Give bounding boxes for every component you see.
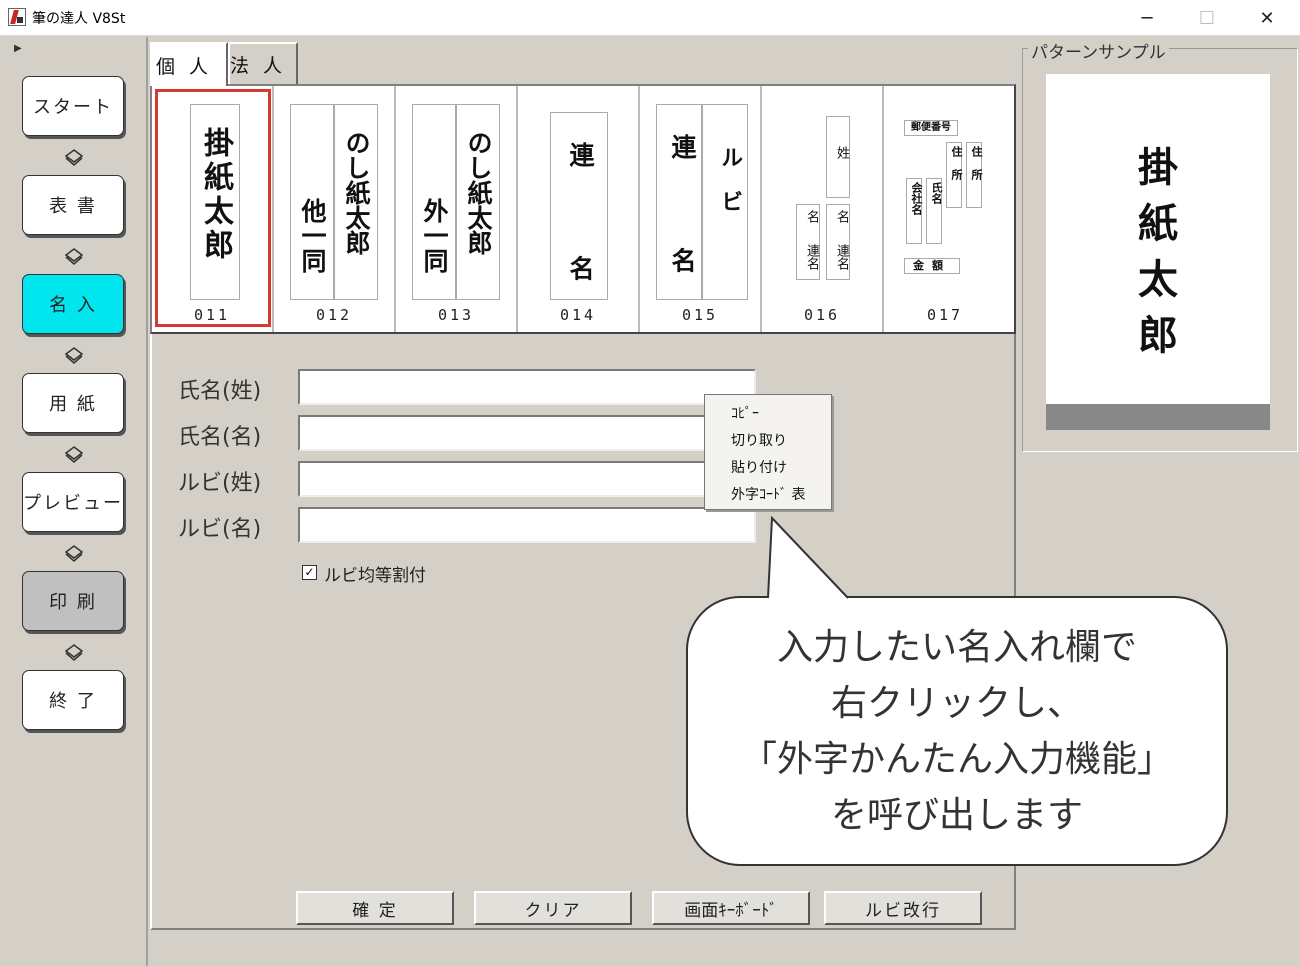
given-name-input[interactable] (298, 415, 756, 451)
ruby-equal-checkbox[interactable]: ✓ (302, 565, 317, 580)
nav-print-button[interactable]: 印 刷 (22, 571, 124, 631)
pattern-others: 他一同 (298, 198, 327, 273)
callout-line: を呼び出します (830, 795, 1083, 836)
sample-preview-text: 掛 紙 太 郎 (1046, 140, 1270, 364)
pattern-code: 014 (559, 306, 597, 324)
ruby-equal-label: ルビ均等割付 (324, 566, 426, 586)
window-title: 筆の達人 V8St (32, 11, 126, 27)
pattern-label: 連名 (804, 244, 819, 270)
close-button[interactable]: ✕ (1238, 0, 1296, 36)
pattern-list: 掛紙太郎 011 のし紙太郎 他一同 012 のし紙太郎 外一同 013 連 名… (150, 84, 1016, 334)
screen-keyboard-button[interactable]: 画面ｷｰﾎﾞｰﾄﾞ (652, 891, 810, 925)
ruby-given-name-label: ルビ(名) (178, 517, 262, 542)
pattern-label: 住所 (950, 146, 963, 192)
sample-char: 太 (1138, 256, 1178, 303)
pattern-name: 連 名 (566, 142, 595, 321)
sample-char: 郎 (1138, 312, 1178, 359)
nav-paper-button[interactable]: 用 紙 (22, 373, 124, 433)
pattern-code: 012 (315, 306, 353, 324)
pattern-011[interactable]: 掛紙太郎 011 (152, 86, 274, 332)
chevron-down-icon (62, 544, 86, 564)
pattern-label: 名 (804, 210, 819, 223)
pattern-name: のし紙太郎 (464, 130, 493, 255)
chevron-down-icon (62, 148, 86, 168)
surname-input[interactable] (298, 369, 756, 405)
nav-naire-button[interactable]: 名 入 (22, 274, 124, 334)
pattern-code: 015 (681, 306, 719, 324)
callout-line: 入力したい名入れ欄で (776, 627, 1137, 668)
pattern-code: 011 (193, 306, 231, 324)
context-menu: ｺﾋﾟｰ 切り取り 貼り付け 外字ｺｰﾄﾞ 表 (704, 394, 832, 510)
chevron-down-icon (62, 445, 86, 465)
clear-button[interactable]: クリア (474, 891, 632, 925)
callout-line: 「外字かんたん入力機能」 (740, 739, 1173, 780)
menu-item-copy[interactable]: ｺﾋﾟｰ (705, 401, 831, 428)
menu-item-cut[interactable]: 切り取り (705, 428, 831, 455)
maximize-button[interactable]: ☐ (1178, 0, 1236, 36)
chevron-down-icon (62, 643, 86, 663)
pattern-013[interactable]: のし紙太郎 外一同 013 (396, 86, 518, 332)
nav-preview-button[interactable]: プレビュー (22, 472, 124, 532)
sample-preview-bar (1046, 404, 1270, 430)
title-bar: 筆の達人 V8St ─ ☐ ✕ (0, 0, 1300, 36)
pattern-017[interactable]: 郵便番号 住所 住所 氏名 会社名 金額 017 (884, 86, 1006, 332)
pattern-code: 017 (926, 306, 964, 324)
menu-item-paste[interactable]: 貼り付け (705, 455, 831, 482)
pattern-name: のし紙太郎 (342, 130, 371, 255)
pattern-label: 住所 (970, 146, 983, 192)
sample-char: 紙 (1138, 200, 1178, 247)
menu-item-gaiji-table[interactable]: 外字ｺｰﾄﾞ 表 (705, 482, 831, 509)
pattern-label: 郵便番号 (904, 120, 958, 136)
tab-individual[interactable]: 個人 (150, 42, 228, 86)
pattern-code: 016 (803, 306, 841, 324)
app-icon (8, 8, 26, 26)
minimize-button[interactable]: ─ (1118, 0, 1176, 36)
collapse-arrow-icon[interactable]: ▶ (14, 43, 22, 54)
chevron-down-icon (62, 247, 86, 267)
tab-corporate[interactable]: 法人 (228, 42, 298, 84)
chevron-down-icon (62, 346, 86, 366)
pattern-name: 掛紙太郎 (198, 127, 233, 263)
pattern-ruby: ルビ (717, 146, 743, 234)
pattern-label: 名 (834, 210, 849, 223)
pattern-code: 013 (437, 306, 475, 324)
ruby-surname-label: ルビ(姓) (178, 471, 262, 496)
ruby-newline-button[interactable]: ルビ改行 (824, 891, 982, 925)
pattern-others: 外一同 (420, 198, 449, 273)
surname-label: 氏名(姓) (178, 379, 262, 404)
pattern-012[interactable]: のし紙太郎 他一同 012 (274, 86, 396, 332)
pattern-label: 会社名 (910, 182, 923, 215)
sample-label: パターンサンプル (1028, 38, 1169, 63)
nav-start-button[interactable]: スタート (22, 76, 124, 136)
confirm-button[interactable]: 確 定 (296, 891, 454, 925)
pattern-name: 連 名 (668, 134, 697, 313)
callout-tail (767, 516, 849, 599)
ruby-surname-input[interactable] (298, 461, 756, 497)
pattern-015[interactable]: ルビ 連 名 015 (640, 86, 762, 332)
callout-text: 入力したい名入れ欄で 右クリックし、 「外字かんたん入力機能」 を呼び出します (686, 620, 1228, 844)
pattern-016[interactable]: 姓 名 連名 名 連名 016 (762, 86, 884, 332)
callout-line: 右クリックし、 (830, 683, 1083, 724)
ruby-given-name-input[interactable] (298, 507, 756, 543)
pattern-014[interactable]: 連 名 014 (518, 86, 640, 332)
pattern-label: 金額 (904, 258, 960, 274)
nav-omote-button[interactable]: 表 書 (22, 175, 124, 235)
pattern-label: 氏名 (930, 182, 943, 204)
given-name-label: 氏名(名) (178, 425, 262, 450)
pattern-label: 連名 (834, 244, 849, 270)
nav-exit-button[interactable]: 終 了 (22, 670, 124, 730)
pattern-label: 姓 (834, 146, 849, 159)
sample-char: 掛 (1138, 144, 1178, 191)
